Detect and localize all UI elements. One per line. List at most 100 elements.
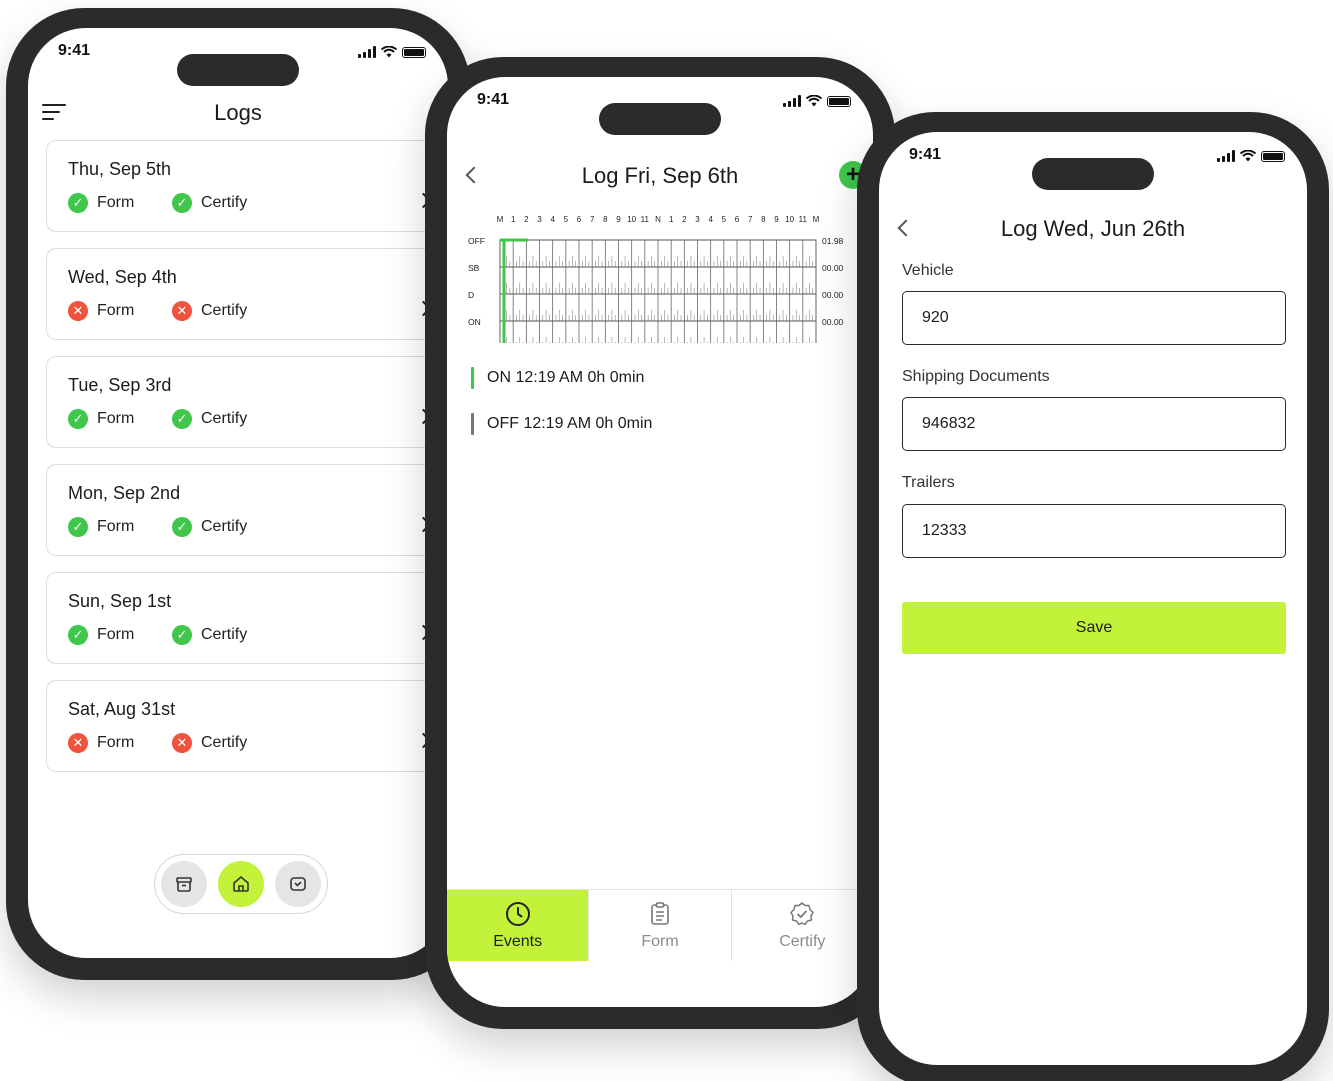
- check-circle-icon: ✓: [68, 517, 88, 537]
- hour-tick-label: 1: [511, 215, 516, 224]
- check-circle-icon: ✓: [172, 625, 192, 645]
- trailers-input[interactable]: [902, 504, 1286, 558]
- hour-tick-label: 4: [708, 215, 713, 224]
- bottom-nav: [154, 854, 328, 914]
- wifi-icon: [806, 95, 822, 107]
- log-date: Thu, Sep 5th: [68, 159, 172, 179]
- certify-status: ✓ Certify: [172, 409, 247, 429]
- home-button[interactable]: [218, 861, 264, 907]
- tab-bar: Events Form Certify: [447, 889, 873, 961]
- hour-tick-label: 6: [735, 215, 740, 224]
- event-status-bar: [471, 413, 474, 435]
- battery-icon: [1261, 150, 1285, 162]
- vehicle-label: Vehicle: [902, 262, 954, 279]
- dynamic-island: [599, 103, 721, 135]
- tab-label: Form: [641, 932, 679, 950]
- check-circle-icon: ✓: [68, 193, 88, 213]
- home-icon: [233, 876, 249, 892]
- status-time: 9:41: [909, 146, 942, 163]
- hour-tick-label: 9: [616, 215, 621, 224]
- check-circle-icon: ✓: [68, 409, 88, 429]
- page-title: Log Fri, Sep 6th: [581, 163, 739, 188]
- phone-screen: 9:41 Logs Thu, Sep 5th ✓ Form ✓ Certify Wed, …: [28, 28, 448, 958]
- shipping-documents-label: Shipping Documents: [902, 368, 1050, 385]
- signal-icon: [1217, 150, 1235, 162]
- form-label: Form: [97, 518, 135, 535]
- status-row-total: 00.00: [822, 290, 844, 300]
- page-title: Logs: [214, 100, 262, 125]
- event-row[interactable]: OFF 12:19 AM 0h 0min: [471, 413, 652, 435]
- tab-certify[interactable]: Certify: [732, 890, 873, 961]
- save-button[interactable]: Save: [902, 602, 1286, 654]
- dynamic-island: [177, 54, 299, 86]
- hour-tick-label: 8: [761, 215, 766, 224]
- hour-tick-label: 1: [669, 215, 674, 224]
- log-date: Sun, Sep 1st: [68, 591, 172, 611]
- form-label: Form: [97, 734, 135, 751]
- log-card[interactable]: Tue, Sep 3rd ✓ Form ✓ Certify: [46, 356, 436, 448]
- certify-label: Certify: [201, 410, 248, 427]
- page-title: Log Wed, Jun 26th: [1000, 216, 1186, 241]
- hour-tick-label: 5: [564, 215, 569, 224]
- hour-tick-label: M: [497, 215, 504, 224]
- certify-status: ✕ Certify: [172, 733, 247, 753]
- hour-tick-label: 11: [799, 215, 808, 224]
- certify-label: Certify: [201, 194, 248, 211]
- error-circle-icon: ✕: [172, 301, 192, 321]
- error-circle-icon: ✕: [172, 733, 192, 753]
- check-circle-icon: ✓: [68, 625, 88, 645]
- log-card[interactable]: Thu, Sep 5th ✓ Form ✓ Certify: [46, 140, 436, 232]
- hour-tick-label: 10: [627, 215, 636, 224]
- log-card[interactable]: Sat, Aug 31st ✕ Form ✕ Certify: [46, 680, 436, 772]
- vehicle-input[interactable]: [902, 291, 1286, 345]
- error-circle-icon: ✕: [68, 733, 88, 753]
- shipping-documents-input[interactable]: [902, 397, 1286, 451]
- certify-label: Certify: [201, 302, 248, 319]
- wifi-icon: [1240, 150, 1256, 162]
- event-row[interactable]: ON 12:19 AM 0h 0min: [471, 367, 644, 389]
- hour-tick-label: 7: [590, 215, 595, 224]
- certify-label: Certify: [201, 626, 248, 643]
- form-label: Form: [97, 626, 135, 643]
- certify-label: Certify: [201, 518, 248, 535]
- form-label: Form: [97, 302, 135, 319]
- check-circle-icon: ✓: [172, 409, 192, 429]
- log-date: Tue, Sep 3rd: [68, 375, 172, 395]
- archive-button[interactable]: [161, 861, 207, 907]
- battery-icon: [402, 46, 426, 58]
- form-label: Form: [97, 410, 135, 427]
- certify-status: ✓ Certify: [172, 517, 247, 537]
- clock-icon: [505, 901, 530, 926]
- event-text: ON 12:19 AM 0h 0min: [487, 369, 645, 386]
- certify-status: ✕ Certify: [172, 301, 247, 321]
- battery-icon: [827, 95, 851, 107]
- status-time: 9:41: [58, 42, 91, 59]
- phone-logs-list: 9:41 Logs Thu, Sep 5th ✓ Form ✓ Certify Wed, …: [6, 8, 470, 980]
- hour-tick-label: 3: [537, 215, 542, 224]
- log-card[interactable]: Sun, Sep 1st ✓ Form ✓ Certify: [46, 572, 436, 664]
- check-circle-icon: ✓: [172, 193, 192, 213]
- tab-events[interactable]: Events: [447, 890, 590, 961]
- badge-check-icon: [790, 901, 815, 925]
- signal-icon: [783, 95, 801, 107]
- form-status: ✕ Form: [68, 301, 134, 321]
- certify-status: ✓ Certify: [172, 625, 247, 645]
- signal-icon: [358, 46, 376, 58]
- hour-tick-label: 10: [785, 215, 794, 224]
- log-card[interactable]: Mon, Sep 2nd ✓ Form ✓ Certify: [46, 464, 436, 556]
- check-circle-icon: ✓: [172, 517, 192, 537]
- hour-tick-label: M: [813, 215, 820, 224]
- log-date: Mon, Sep 2nd: [68, 483, 181, 503]
- inbox-button[interactable]: [275, 861, 321, 907]
- form-status: ✓ Form: [68, 625, 134, 645]
- hour-tick-label: 3: [695, 215, 700, 224]
- hour-tick-label: N: [655, 215, 661, 224]
- log-card[interactable]: Wed, Sep 4th ✕ Form ✕ Certify: [46, 248, 436, 340]
- hour-tick-label: 6: [577, 215, 582, 224]
- phone-log-detail: 9:41 Log Fri, Sep 6th + M 1 2 3 4 5 6 7 8 9 10 11 N 1…: [425, 57, 895, 1029]
- hour-tick-label: 2: [524, 215, 529, 224]
- archive-icon: [176, 877, 192, 892]
- tab-form[interactable]: Form: [589, 890, 732, 961]
- trailers-label: Trailers: [902, 474, 955, 491]
- status-row-label: OFF: [468, 236, 485, 246]
